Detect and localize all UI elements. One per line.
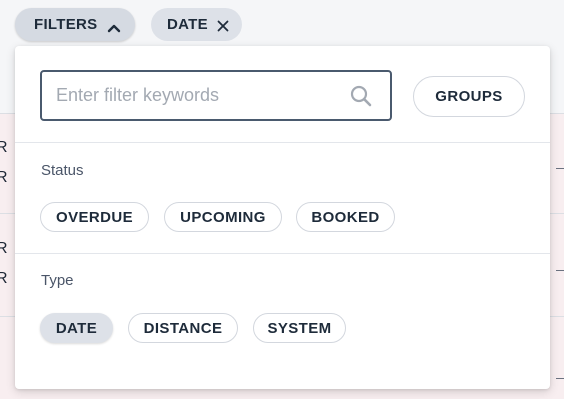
filter-option-booked[interactable]: BOOKED	[296, 202, 395, 232]
filter-option-distance[interactable]: DISTANCE	[128, 313, 238, 343]
filter-option-upcoming[interactable]: UPCOMING	[164, 202, 282, 232]
close-icon[interactable]	[217, 19, 229, 31]
table-cell-fragment: R	[0, 169, 8, 186]
filters-label: FILTERS	[34, 16, 98, 33]
filter-option-date[interactable]: DATE	[40, 313, 113, 343]
filter-option-overdue[interactable]: OVERDUE	[40, 202, 149, 232]
type-section-label: Type	[41, 272, 74, 289]
groups-button[interactable]: GROUPS	[413, 76, 525, 117]
table-edge-mark	[556, 270, 564, 271]
section-divider	[15, 253, 550, 254]
status-section-label: Status	[41, 162, 84, 179]
active-filter-label: DATE	[167, 16, 208, 33]
table-cell-fragment: R	[0, 240, 8, 257]
filter-option-system[interactable]: SYSTEM	[253, 313, 346, 343]
table-edge-mark	[556, 378, 564, 379]
section-divider	[15, 142, 550, 143]
chevron-up-icon	[107, 20, 121, 32]
search-icon[interactable]	[349, 84, 373, 108]
table-cell-fragment: R	[0, 270, 8, 287]
table-cell-fragment: R	[0, 139, 8, 156]
table-edge-mark	[556, 168, 564, 169]
search-input[interactable]	[56, 85, 336, 106]
search-field[interactable]	[40, 70, 392, 121]
filters-toggle-button[interactable]: FILTERS	[15, 8, 135, 41]
filter-dropdown-panel: GROUPS Status OVERDUE UPCOMING BOOKED Ty…	[15, 46, 550, 389]
active-filter-chip-date[interactable]: DATE	[151, 8, 242, 41]
